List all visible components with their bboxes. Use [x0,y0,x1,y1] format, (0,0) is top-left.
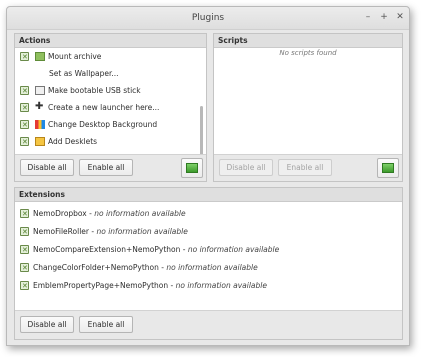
title-bar[interactable]: Plugins – + ✕ [7,7,409,30]
extensions-disable-all-button[interactable]: Disable all [20,316,74,333]
checkbox[interactable] [20,278,29,295]
plus-icon: ✚ [35,101,44,112]
usb-icon [35,86,45,95]
minimize-button[interactable]: – [363,12,373,22]
checkbox[interactable] [20,206,29,223]
scripts-header: Scripts [214,34,402,48]
color-bars-icon [35,120,45,129]
actions-header: Actions [15,34,206,48]
extension-label: NemoFileRoller - no information availabl… [33,227,188,236]
action-label: Set as Wallpaper... [49,69,119,78]
scripts-disable-all-button[interactable]: Disable all [219,159,273,176]
scripts-configure-button[interactable] [377,158,399,178]
extension-row[interactable]: EmblemPropertyPage+NemoPython - no infor… [15,277,402,295]
action-label: Make bootable USB stick [48,86,141,95]
no-scripts-text: No scripts found [279,49,337,57]
checkbox[interactable] [20,260,29,277]
extensions-enable-all-button[interactable]: Enable all [79,316,133,333]
action-row-desktop-background[interactable]: Change Desktop Background [15,116,206,134]
extensions-panel: Extensions NemoDropbox - no information … [14,187,403,340]
extension-row[interactable]: NemoFileRoller - no information availabl… [15,223,402,241]
extension-label: ChangeColorFolder+NemoPython - no inform… [33,263,258,272]
green-square-icon [186,163,198,173]
desklet-icon [35,137,45,146]
extension-row[interactable]: NemoDropbox - no information available [15,205,402,223]
extension-row[interactable]: ChangeColorFolder+NemoPython - no inform… [15,259,402,277]
actions-disable-all-button[interactable]: Disable all [20,159,74,176]
plugins-window: Plugins – + ✕ Actions Mount archive Set … [6,6,410,346]
extension-row[interactable]: NemoCompareExtension+NemoPython - no inf… [15,241,402,259]
extensions-header: Extensions [15,188,402,202]
scripts-panel: Scripts No scripts found Disable all Ena… [213,33,403,182]
checkbox[interactable] [20,100,29,117]
checkbox[interactable] [20,83,29,100]
action-row-set-wallpaper[interactable]: Set as Wallpaper... [15,65,206,82]
actions-scrollbar[interactable] [199,48,205,169]
actions-panel: Actions Mount archive Set as Wallpaper..… [14,33,207,182]
green-square-icon [382,163,394,173]
action-label: Mount archive [48,52,102,61]
window-title: Plugins [191,13,225,23]
checkbox[interactable] [20,49,29,66]
action-label: Change Desktop Background [48,120,158,129]
actions-configure-button[interactable] [181,158,203,178]
checkbox[interactable] [20,242,29,259]
action-row-new-launcher[interactable]: ✚ Create a new launcher here... [15,99,206,117]
action-label: Add Desklets [48,137,98,146]
checkbox[interactable] [20,117,29,134]
action-label: Create a new launcher here... [48,103,160,112]
folder-icon [35,52,45,61]
extension-label: EmblemPropertyPage+NemoPython - no infor… [33,281,267,290]
close-button[interactable]: ✕ [395,12,405,22]
actions-enable-all-button[interactable]: Enable all [79,159,133,176]
maximize-button[interactable]: + [379,12,389,22]
checkbox[interactable] [20,224,29,241]
extension-label: NemoDropbox - no information available [33,209,186,218]
action-row-add-desklets[interactable]: Add Desklets [15,133,206,151]
checkbox[interactable] [20,134,29,151]
extensions-footer: Disable all Enable all [15,310,402,339]
actions-footer: Disable all Enable all [15,154,206,181]
action-row-bootable-usb[interactable]: Make bootable USB stick [15,82,206,100]
scripts-enable-all-button[interactable]: Enable all [278,159,332,176]
scripts-footer: Disable all Enable all [214,154,402,181]
extension-label: NemoCompareExtension+NemoPython - no inf… [33,245,280,254]
action-row-mount-archive[interactable]: Mount archive [15,48,206,66]
